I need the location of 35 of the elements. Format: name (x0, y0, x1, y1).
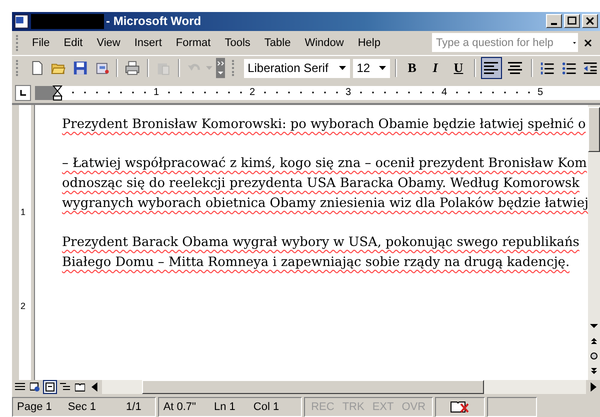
ruler-number: 1 (153, 87, 159, 98)
text-line: wygranych wyborach obietnica Obamy zniesienia wiz dla Polaków będzie łatwiej (62, 195, 588, 214)
ruler-number: 3 (345, 87, 351, 98)
ruler-number: 1 (20, 207, 26, 218)
font-size-dropdown[interactable]: 12 (352, 58, 390, 78)
underline-button[interactable]: U (448, 57, 469, 80)
menu-item[interactable]: Tools (218, 36, 258, 49)
text-line: Prezydent Bronisław Komorowski: po wyborach Obamie będzie łatwiej spełnić o (62, 116, 587, 134)
text-line: odnosząc się do reelekcji prezydenta USA Baracka Obamy. Według Komorowsk (62, 175, 580, 194)
menu-item[interactable]: View (90, 36, 128, 49)
ruler-number: 4 (441, 87, 447, 98)
status-field: Ln 1 (214, 401, 236, 413)
menu-item[interactable]: Help (350, 36, 388, 49)
window-title: - Microsoft Word (106, 14, 202, 28)
text-line: Białego Domu – Mitta Romneya i zapewniając sobie rządy na drugą kadencję. (62, 254, 571, 272)
status-field: Col 1 (253, 401, 280, 413)
status-field: At 0.7" (163, 401, 196, 413)
ruler-number: 2 (20, 301, 26, 312)
menu-item[interactable]: Table (257, 36, 298, 49)
text-line: – Łatwiej współpracować z kimś, kogo się zna – ocenił prezydent Bronisław Kom (62, 155, 588, 174)
menu-item[interactable]: Edit (56, 36, 90, 49)
status-field: 1/1 (126, 401, 142, 413)
status-field: Page 1 (17, 401, 52, 413)
menu-item[interactable]: Insert (127, 36, 169, 49)
bold-button[interactable]: B (402, 57, 422, 80)
help-search-field[interactable]: Type a question for help (432, 33, 578, 52)
menu-item[interactable]: Window (298, 36, 351, 49)
menu-item[interactable]: Format (168, 36, 218, 49)
italic-button[interactable]: I (425, 57, 446, 80)
ruler-number: 2 (249, 87, 255, 98)
status-field: Sec 1 (68, 401, 96, 413)
menu-item[interactable]: File (25, 36, 57, 49)
ruler-number: 5 (537, 87, 543, 98)
font-dropdown[interactable]: Liberation Serif (244, 58, 350, 78)
text-line: Prezydent Barack Obama wygrał wybory w USA, pokonując swego republikańs (62, 234, 580, 252)
